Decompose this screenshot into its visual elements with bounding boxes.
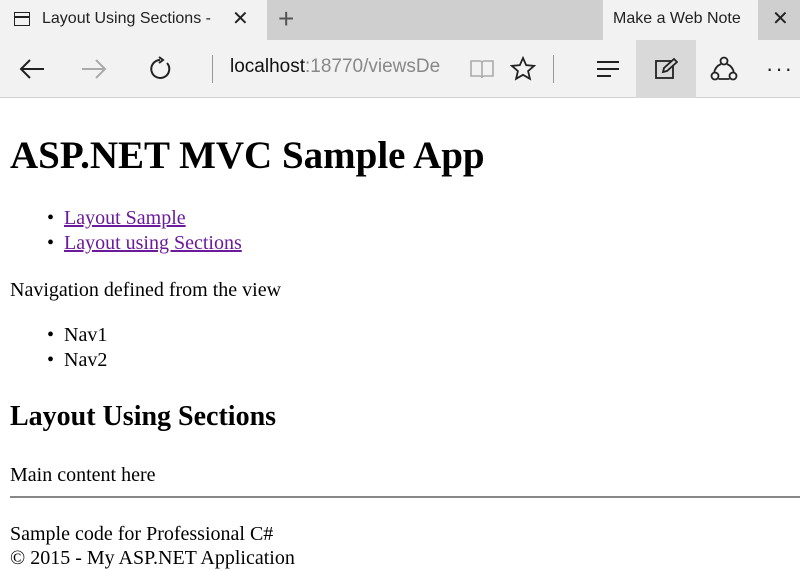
hub-button[interactable] bbox=[586, 40, 630, 98]
footer-copyright: © 2015 - My ASP.NET Application bbox=[10, 547, 295, 569]
address-bar[interactable]: localhost:18770/viewsDe bbox=[230, 56, 466, 78]
favorite-button[interactable] bbox=[503, 40, 543, 98]
back-arrow-icon bbox=[19, 59, 44, 79]
url-path: :18770/viewsDe bbox=[305, 56, 441, 77]
web-note-tab[interactable]: Make a Web Note bbox=[603, 0, 758, 40]
tab-active[interactable]: Layout Using Sections - ✕ bbox=[0, 0, 267, 40]
tab-title: Layout Using Sections - bbox=[42, 10, 211, 27]
new-tab-button[interactable]: + bbox=[278, 3, 294, 35]
footer-line-1: Sample code for Professional C# bbox=[10, 523, 274, 545]
layout-sample-link[interactable]: Layout Sample bbox=[64, 207, 186, 229]
page-tab-icon bbox=[14, 12, 30, 26]
main-content: Main content here bbox=[10, 464, 156, 486]
tab-close-icon[interactable]: ✕ bbox=[232, 8, 249, 30]
top-nav-list: Layout Sample Layout using Sections bbox=[47, 206, 242, 256]
back-button[interactable] bbox=[12, 40, 52, 98]
url-host: localhost bbox=[230, 56, 305, 77]
forward-button[interactable] bbox=[74, 40, 114, 98]
layout-using-sections-link[interactable]: Layout using Sections bbox=[64, 232, 242, 254]
browser-toolbar: localhost:18770/viewsDe ··· bbox=[0, 40, 800, 98]
forward-arrow-icon bbox=[82, 59, 107, 79]
list-item: Layout Sample bbox=[47, 206, 242, 231]
toolbar-separator bbox=[553, 55, 554, 83]
list-item: Layout using Sections bbox=[47, 231, 242, 256]
refresh-button[interactable] bbox=[140, 40, 180, 98]
share-icon bbox=[710, 56, 738, 81]
toolbar-separator bbox=[212, 55, 213, 83]
tab-strip: Layout Using Sections - ✕ + Make a Web N… bbox=[0, 0, 800, 40]
web-note-button[interactable] bbox=[636, 40, 696, 98]
nav-description: Navigation defined from the view bbox=[10, 279, 282, 301]
hub-icon bbox=[597, 61, 619, 77]
section-title: Layout Using Sections bbox=[10, 401, 277, 432]
star-icon bbox=[510, 56, 536, 81]
footer: Sample code for Professional C# © 2015 -… bbox=[10, 522, 295, 570]
reading-view-icon bbox=[470, 60, 494, 79]
web-note-label: Make a Web Note bbox=[613, 10, 741, 27]
nav-item-nav2: Nav2 bbox=[47, 348, 107, 373]
app-title: ASP.NET MVC Sample App bbox=[10, 134, 485, 177]
pen-note-icon bbox=[655, 57, 678, 79]
divider bbox=[10, 496, 800, 498]
window-close-icon[interactable]: ✕ bbox=[772, 8, 789, 30]
reading-view-button[interactable] bbox=[462, 40, 502, 98]
more-button[interactable]: ··· bbox=[760, 40, 800, 98]
refresh-icon bbox=[150, 56, 171, 79]
section-nav-list: Nav1 Nav2 bbox=[47, 323, 107, 373]
nav-item-nav1: Nav1 bbox=[47, 323, 107, 348]
share-button[interactable] bbox=[700, 40, 748, 98]
